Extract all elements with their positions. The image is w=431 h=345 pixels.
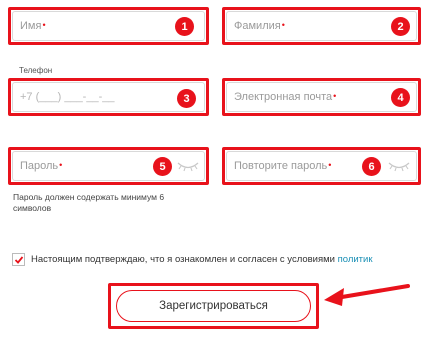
annotation-badge-1: 1 xyxy=(175,17,194,36)
last-name-placeholder: Фамилия xyxy=(234,20,281,32)
required-mark: • xyxy=(328,160,332,170)
annotation-badge-3: 3 xyxy=(177,89,196,108)
consent-text: Настоящим подтверждаю, что я ознакомлен … xyxy=(31,254,373,265)
required-mark: • xyxy=(59,160,63,170)
policy-link[interactable]: политик xyxy=(338,254,373,265)
annotation-badge-5: 5 xyxy=(153,157,172,176)
checkmark-icon xyxy=(14,255,23,264)
last-name-field[interactable]: Фамилия • xyxy=(226,11,417,41)
annotation-badge-2: 2 xyxy=(391,17,410,36)
required-mark: • xyxy=(333,91,337,101)
required-mark: • xyxy=(281,20,285,30)
consent-checkbox[interactable] xyxy=(12,253,25,266)
password-repeat-placeholder: Повторите пароль xyxy=(234,160,328,172)
email-field[interactable]: Электронная почта • xyxy=(226,82,417,112)
email-placeholder: Электронная почта xyxy=(234,91,333,103)
consent-label: Настоящим подтверждаю, что я ознакомлен … xyxy=(31,254,335,265)
register-button[interactable]: Зарегистрироваться xyxy=(116,290,311,322)
required-mark: • xyxy=(42,20,46,30)
eye-closed-icon[interactable] xyxy=(176,160,200,172)
eye-closed-icon[interactable] xyxy=(387,160,411,172)
phone-label: Телефон xyxy=(19,66,53,75)
red-arrow-icon xyxy=(324,284,410,306)
annotation-badge-6: 6 xyxy=(362,157,381,176)
password-placeholder: Пароль xyxy=(20,160,59,172)
password-hint: Пароль должен содержать минимум 6 символ… xyxy=(13,192,165,213)
first-name-placeholder: Имя xyxy=(20,20,42,32)
annotation-badge-4: 4 xyxy=(391,88,410,107)
phone-placeholder: +7 (___) ___-__-__ xyxy=(20,91,115,103)
